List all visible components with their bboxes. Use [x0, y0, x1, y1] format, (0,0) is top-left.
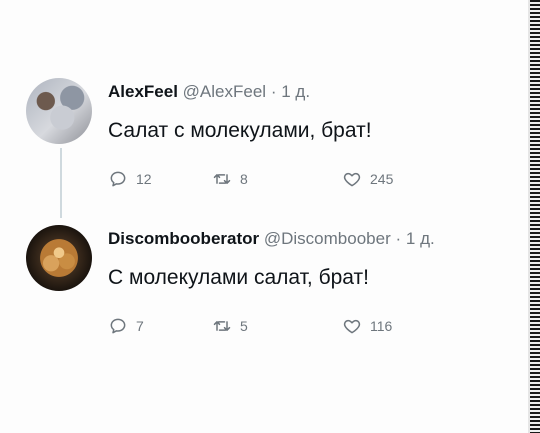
retweet-icon: [213, 174, 231, 184]
separator-dot: ·: [270, 82, 277, 101]
avatar[interactable]: [26, 78, 92, 144]
retweet-icon: [213, 321, 231, 331]
retweet-count: 5: [240, 318, 248, 334]
like-count: 116: [370, 318, 393, 334]
author-handle[interactable]: @Discomboober: [264, 229, 391, 248]
tweet-actions: 12 8 245: [108, 169, 438, 191]
reply-icon: [110, 171, 126, 187]
like-button[interactable]: 116: [342, 316, 392, 336]
reply-icon: [110, 318, 126, 334]
like-button[interactable]: 245: [342, 169, 393, 189]
like-count: 245: [370, 171, 394, 187]
reply-count: 12: [136, 171, 152, 187]
thread-connector-line: [60, 148, 62, 218]
tweet-thread-screenshot: AlexFeel @AlexFeel · 1 д. Салат с молеку…: [0, 0, 540, 433]
avatar[interactable]: [26, 225, 92, 291]
tweet-text: С молекулами салат, брат!: [108, 266, 369, 289]
tweet-time[interactable]: 1 д.: [406, 229, 435, 248]
tweet-text: Салат с молекулами, брат!: [108, 119, 372, 142]
retweet-count: 8: [240, 171, 248, 187]
tweet-time[interactable]: 1 д.: [281, 82, 310, 101]
tweet-actions: 7 5 116: [108, 316, 438, 338]
heart-icon: [343, 172, 361, 187]
retweet-button[interactable]: 8: [212, 169, 248, 189]
reply-button[interactable]: 12: [108, 169, 152, 189]
reply-button[interactable]: 7: [108, 316, 144, 336]
tweet-header: AlexFeel @AlexFeel · 1 д.: [108, 82, 310, 102]
tweet-header: Discombooberator @Discomboober · 1 д.: [108, 229, 435, 249]
separator-dot: ·: [395, 229, 402, 248]
author-name[interactable]: AlexFeel: [108, 82, 178, 101]
author-handle[interactable]: @AlexFeel: [183, 82, 266, 101]
heart-icon: [343, 319, 361, 334]
author-name[interactable]: Discombooberator: [108, 229, 259, 248]
scan-edge-strip: [530, 0, 540, 433]
retweet-button[interactable]: 5: [212, 316, 248, 336]
reply-count: 7: [136, 318, 144, 334]
